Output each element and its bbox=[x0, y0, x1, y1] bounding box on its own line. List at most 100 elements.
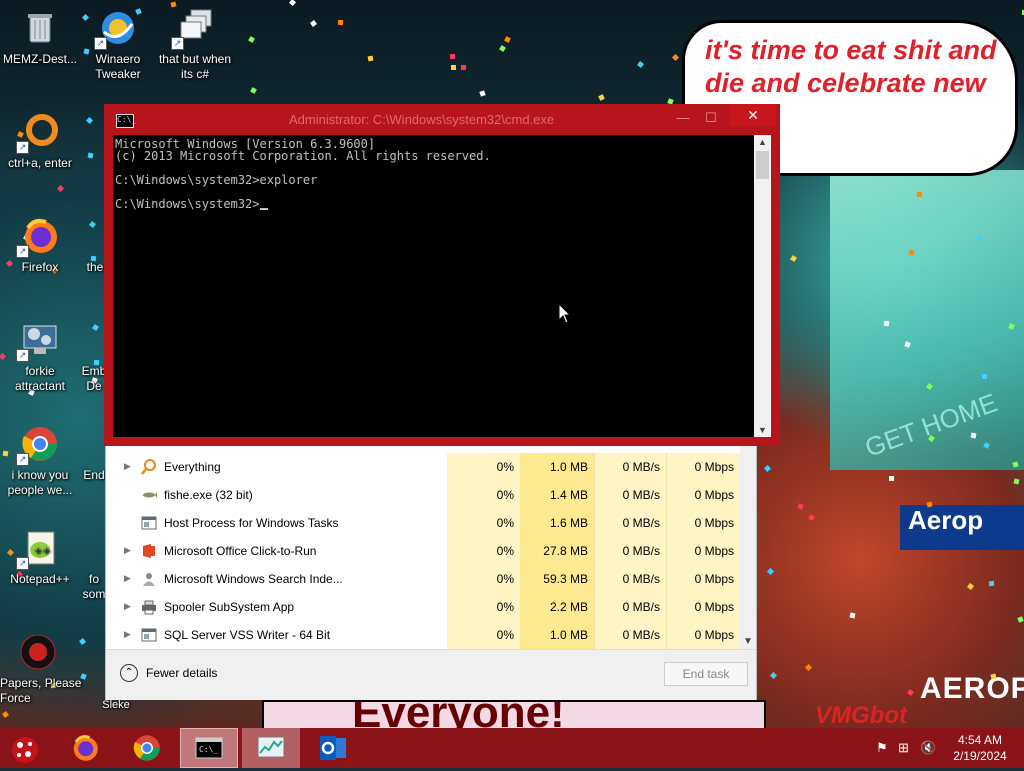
desktop-icon-label: ctrl+a, enter bbox=[8, 156, 72, 170]
confetti-piece bbox=[970, 432, 977, 439]
wallpaper-banner: Everyone! bbox=[262, 700, 766, 728]
confetti-piece bbox=[499, 45, 506, 52]
expand-arrow-icon[interactable]: ▶ bbox=[124, 629, 131, 640]
taskbar-firefox[interactable] bbox=[56, 728, 114, 768]
window-process-icon bbox=[141, 627, 157, 643]
process-name: Spooler SubSystem App bbox=[164, 600, 295, 614]
taskbar-clock[interactable]: 4:54 AM 2/19/2024 bbox=[940, 732, 1020, 764]
action-center-flag-icon[interactable]: ⚑ bbox=[876, 740, 888, 756]
taskbar-chrome[interactable] bbox=[118, 728, 176, 768]
taskbar-command-prompt[interactable]: C:\_ bbox=[180, 728, 238, 768]
confetti-piece bbox=[504, 36, 511, 43]
desktop-icon-label: Winaero Tweaker bbox=[95, 52, 141, 81]
process-cpu: 0% bbox=[447, 565, 520, 593]
chrome-icon: ↗ bbox=[16, 424, 60, 466]
fewer-details-button[interactable]: ⌃ Fewer details bbox=[120, 664, 217, 682]
task-manager-footer: ⌃ Fewer details End task bbox=[106, 649, 756, 700]
desktop-icon-notepadpp[interactable]: ++ ↗ Notepad++ bbox=[0, 528, 80, 587]
recycle-bin-icon bbox=[20, 8, 60, 48]
process-row[interactable]: ▶ Microsoft Office Click-to-Run 0% 27.8 MB 0… bbox=[106, 537, 756, 565]
process-row[interactable]: fishe.exe (32 bit) 0% 1.4 MB 0 MB/s 0 Mbps bbox=[106, 481, 756, 509]
confetti-piece bbox=[883, 320, 890, 327]
process-disk: 0 MB/s bbox=[594, 537, 666, 565]
console-line: (c) 2013 Microsoft Corporation. All righ… bbox=[115, 149, 491, 163]
outlook-icon bbox=[320, 736, 346, 760]
process-row[interactable]: ▶ Spooler SubSystem App 0% 2.2 MB 0 MB/s 0 Mb… bbox=[106, 593, 756, 621]
process-row[interactable]: Host Process for Windows Tasks 0% 1.6 MB 0 … bbox=[106, 509, 756, 537]
confetti-piece bbox=[85, 116, 94, 125]
magnifier-icon bbox=[141, 459, 157, 475]
process-name: Microsoft Office Click-to-Run bbox=[164, 544, 317, 558]
confetti-piece bbox=[797, 503, 804, 510]
process-row[interactable]: ▶ Everything 0% 1.0 MB 0 MB/s 0 Mbps bbox=[106, 453, 756, 481]
desktop-icon-winaero[interactable]: ↗ Winaero Tweaker bbox=[78, 8, 158, 82]
confetti-piece bbox=[926, 501, 933, 508]
process-name: Host Process for Windows Tasks bbox=[164, 516, 339, 530]
network-icon[interactable]: ⊞ bbox=[898, 740, 909, 756]
cmd-icon[interactable]: C:\_ bbox=[116, 114, 136, 128]
desktop-icon-memz[interactable]: MEMZ-Dest... bbox=[0, 8, 80, 67]
process-cpu: 0% bbox=[447, 481, 520, 509]
volume-muted-icon[interactable]: 🔇 bbox=[920, 740, 936, 756]
desktop-icon-that-but-when[interactable]: ↗ that but when its c# bbox=[154, 8, 236, 82]
process-network: 0 Mbps bbox=[666, 509, 740, 537]
confetti-piece bbox=[56, 184, 65, 193]
desktop-icon-label: Firefox bbox=[21, 260, 59, 274]
shortcut-arrow-icon: ↗ bbox=[16, 557, 29, 570]
cmd-console[interactable]: Microsoft Windows [Version 6.3.9600] (c)… bbox=[113, 135, 754, 437]
desktop-icon-i-know-you[interactable]: ↗ i know you people we... bbox=[0, 424, 80, 498]
task-manager-window: ▶ Everything 0% 1.0 MB 0 MB/s 0 Mbps fishe.exe… bbox=[105, 440, 757, 700]
confetti-piece bbox=[766, 567, 775, 576]
shortcut-arrow-icon: ↗ bbox=[16, 141, 29, 154]
scroll-down-icon[interactable]: ▼ bbox=[758, 425, 767, 435]
desktop-icon-papers-please[interactable]: Papers, Please Force bbox=[0, 632, 108, 706]
close-button[interactable]: ✕ bbox=[730, 104, 776, 126]
window-process-icon bbox=[141, 515, 157, 531]
process-row[interactable]: ▶ Microsoft Windows Search Inde... 0% 59.3 … bbox=[106, 565, 756, 593]
end-task-button[interactable]: End task bbox=[664, 662, 748, 686]
process-memory: 1.0 MB bbox=[520, 621, 594, 649]
cmd-titlebar[interactable]: C:\_ Administrator: C:\Windows\system32\… bbox=[104, 104, 780, 135]
papers-please-icon bbox=[18, 632, 58, 672]
expand-arrow-icon[interactable]: ▶ bbox=[124, 573, 131, 584]
scroll-thumb[interactable] bbox=[756, 151, 769, 179]
cmd-scrollbar[interactable]: ▲ ▼ bbox=[754, 135, 771, 437]
scroll-up-icon[interactable]: ▲ bbox=[758, 137, 767, 147]
confetti-piece bbox=[804, 663, 813, 672]
scroll-down-icon[interactable]: ▼ bbox=[743, 636, 753, 647]
process-row[interactable]: ▶ SQL Server VSS Writer - 64 Bit 0% 1.0 MB 0… bbox=[106, 621, 756, 649]
process-network: 0 Mbps bbox=[666, 453, 740, 481]
confetti-piece bbox=[1017, 616, 1024, 623]
start-button[interactable] bbox=[8, 732, 42, 766]
desktop-icon-ctrl-a[interactable]: ↗ ctrl+a, enter bbox=[0, 112, 80, 171]
mouse-pointer-icon bbox=[558, 303, 572, 324]
desktop-icon-forkie[interactable]: ↗ forkie attractant bbox=[0, 320, 80, 394]
task-manager-icon bbox=[257, 736, 285, 758]
expand-arrow-icon[interactable]: ▶ bbox=[124, 461, 131, 472]
confetti-piece bbox=[889, 476, 894, 481]
desktop-icon-sleke[interactable]: Sleke bbox=[94, 698, 138, 713]
text-cursor bbox=[259, 208, 268, 210]
command-prompt-window[interactable]: C:\_ Administrator: C:\Windows\system32\… bbox=[104, 104, 780, 446]
process-name: fishe.exe (32 bit) bbox=[164, 488, 253, 502]
confetti-piece bbox=[808, 514, 815, 521]
taskbar-outlook[interactable] bbox=[304, 728, 362, 768]
system-tray: ⚑ ⊞ 🔇 bbox=[870, 728, 940, 768]
minimize-button[interactable]: — bbox=[670, 108, 696, 128]
cmd-window-title: Administrator: C:\Windows\system32\cmd.e… bbox=[289, 112, 555, 127]
cmd-icon: C:\_ bbox=[195, 737, 223, 759]
process-network: 0 Mbps bbox=[666, 621, 740, 649]
confetti-piece bbox=[367, 55, 374, 62]
desktop-icon-firefox[interactable]: ↗ Firefox bbox=[0, 216, 80, 275]
desktop-icon-label: that but when its c# bbox=[158, 52, 232, 81]
expand-arrow-icon[interactable]: ▶ bbox=[124, 601, 131, 612]
maximize-button[interactable]: ☐ bbox=[698, 108, 724, 128]
process-network: 0 Mbps bbox=[666, 537, 740, 565]
process-disk: 0 MB/s bbox=[594, 593, 666, 621]
shortcut-arrow-icon: ↗ bbox=[94, 37, 107, 50]
process-memory: 27.8 MB bbox=[520, 537, 594, 565]
taskbar-task-manager[interactable] bbox=[242, 728, 300, 768]
start-orb-icon bbox=[12, 737, 38, 763]
process-list-scrollbar[interactable]: ▼ bbox=[740, 441, 756, 649]
expand-arrow-icon[interactable]: ▶ bbox=[124, 545, 131, 556]
